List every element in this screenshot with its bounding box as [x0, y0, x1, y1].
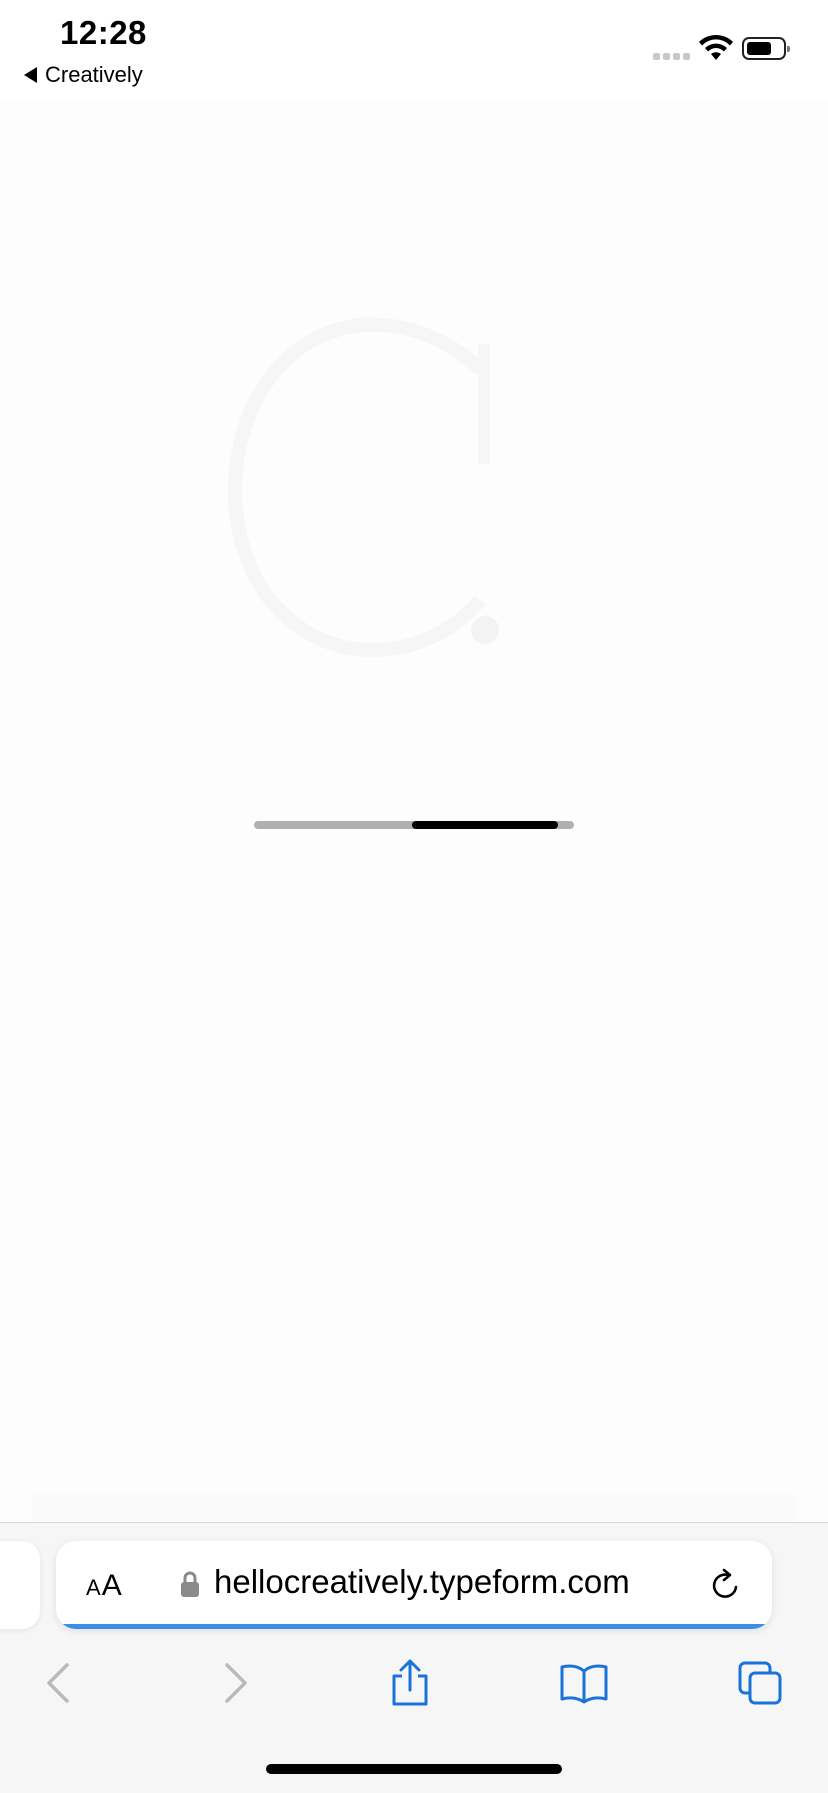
back-chevron-icon: [47, 1663, 69, 1703]
signal-dots-icon: [653, 53, 690, 60]
lock-icon: [181, 1571, 199, 1597]
url-text[interactable]: hellocreatively.typeform.com: [214, 1563, 630, 1601]
share-icon: [392, 1659, 428, 1706]
page-scroll-thumb: [412, 821, 558, 829]
tabs-icon: [738, 1661, 782, 1705]
share-button[interactable]: [380, 1653, 440, 1713]
wifi-icon: [699, 34, 733, 60]
web-page-content: [0, 100, 828, 1591]
status-bar: 12:28 Creatively: [0, 0, 828, 100]
browser-bottom-bar: AA hellocreatively.typeform.com: [0, 1522, 828, 1793]
back-button[interactable]: [28, 1653, 88, 1713]
status-time: 12:28: [60, 14, 147, 51]
page-load-progress-bar: [56, 1624, 772, 1629]
brand-logo-c: [227, 317, 499, 658]
browser-toolbar: [0, 1653, 828, 1733]
bookmarks-book-icon: [560, 1664, 608, 1704]
home-indicator[interactable]: [266, 1764, 562, 1774]
previous-tab-peek[interactable]: [0, 1541, 40, 1629]
reload-icon[interactable]: [708, 1567, 744, 1603]
forward-chevron-icon: [225, 1663, 247, 1703]
text-size-button[interactable]: AA: [86, 1569, 123, 1603]
back-app-label: Creatively: [45, 62, 143, 87]
bookmarks-button[interactable]: [554, 1653, 614, 1713]
back-triangle-icon: [24, 67, 37, 83]
address-bar[interactable]: AA hellocreatively.typeform.com: [56, 1541, 772, 1629]
tabs-button[interactable]: [730, 1653, 790, 1713]
back-to-app-button[interactable]: Creatively: [24, 62, 143, 88]
battery-icon: [742, 37, 790, 60]
forward-button[interactable]: [206, 1653, 266, 1713]
